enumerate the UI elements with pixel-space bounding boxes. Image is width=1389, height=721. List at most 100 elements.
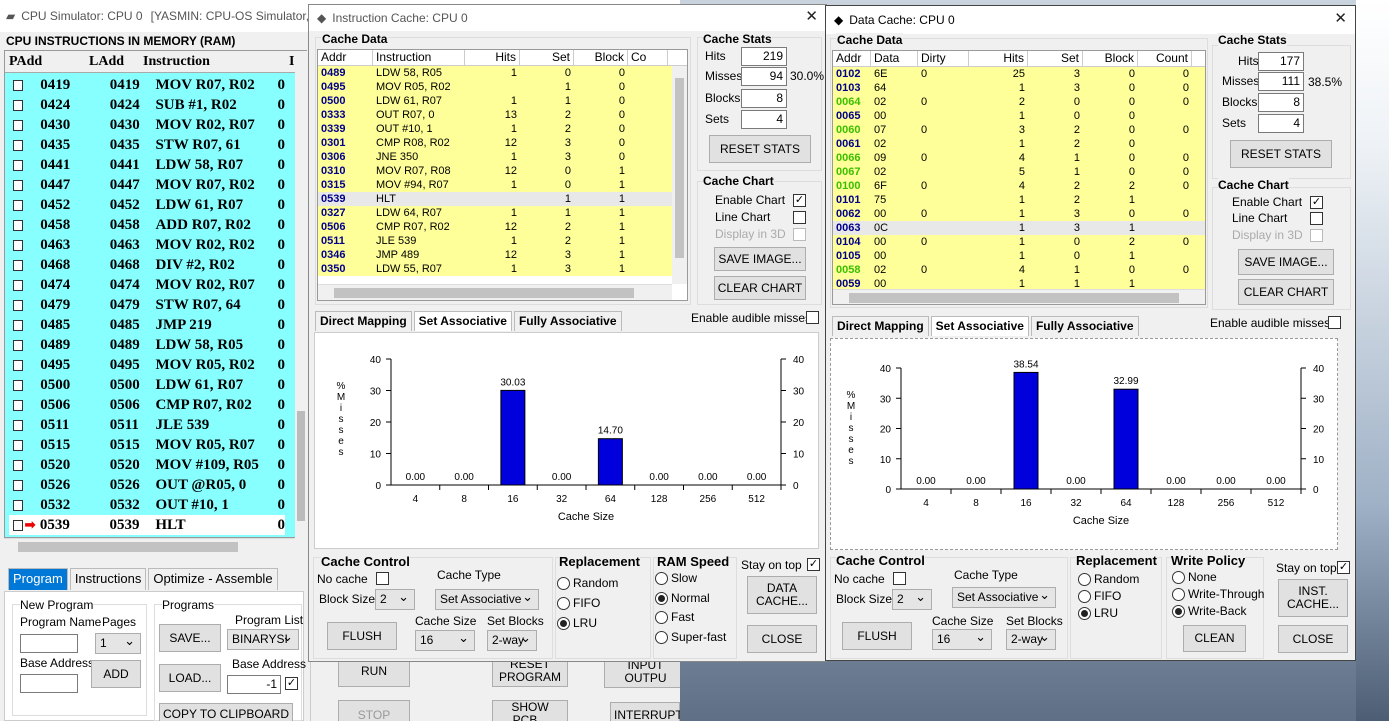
icache-row[interactable]: 0506 CMP R07, R02 12 2 1	[318, 220, 687, 234]
icache-no-cache-checkbox[interactable]	[376, 572, 389, 585]
ram-row[interactable]: 0435 0435 STW R07, 61 0	[9, 135, 285, 155]
program-name-input[interactable]	[20, 634, 78, 653]
tab-direct-mapping[interactable]: Direct Mapping	[832, 316, 929, 336]
dcache-row[interactable]: 0067 02 5 1 0 0	[833, 165, 1205, 179]
icache-col-instruction[interactable]: Instruction	[373, 50, 465, 65]
tab-instructions[interactable]: Instructions	[69, 568, 147, 590]
icache-fifo-radio[interactable]	[557, 597, 570, 610]
tab-set-associative[interactable]: Set Associative	[413, 311, 512, 331]
dcache-row[interactable]: 0103 64 1 3 0 0	[833, 81, 1205, 95]
icache-row[interactable]: 0500 LDW 61, R07 1 1 0	[318, 94, 687, 108]
icache-col-count[interactable]: Co	[628, 50, 668, 65]
dcache-row[interactable]: 0100 6F 0 4 2 2 0	[833, 179, 1205, 193]
col-padd[interactable]: PAdd	[9, 54, 42, 70]
breakpoint-checkbox[interactable]	[13, 439, 23, 451]
ram-row[interactable]: 0520 0520 MOV #109, R05 0	[9, 455, 285, 475]
ram-row[interactable]: 0485 0485 JMP 219 0	[9, 315, 285, 335]
breakpoint-checkbox[interactable]	[13, 279, 23, 291]
dcache-col-addr[interactable]: Addr	[833, 51, 871, 66]
tab-fully-associative[interactable]: Fully Associative	[1030, 316, 1139, 336]
icache-row[interactable]: 0327 LDW 64, R07 1 1 1	[318, 206, 687, 220]
policy-none-radio[interactable]	[1172, 571, 1185, 584]
ram-row[interactable]: 0532 0532 OUT #10, 1 0	[9, 495, 285, 515]
icache-col-set[interactable]: Set	[520, 50, 574, 65]
close-icon[interactable]: ✕	[805, 9, 818, 25]
pages-select[interactable]: 1	[95, 631, 141, 654]
icache-stay-on-top-checkbox[interactable]: ✓	[807, 558, 820, 571]
breakpoint-checkbox[interactable]	[13, 499, 23, 511]
icache-col-block[interactable]: Block	[574, 50, 628, 65]
breakpoint-checkbox[interactable]	[13, 179, 23, 191]
icache-col-addr[interactable]: Addr	[318, 50, 373, 65]
dcache-enable-chart-checkbox[interactable]: ✓	[1310, 196, 1323, 209]
dcache-col-block[interactable]: Block	[1083, 51, 1138, 66]
load-program-button[interactable]: LOAD...	[159, 664, 221, 692]
dcache-row[interactable]: 0066 09 0 4 1 0 0	[833, 151, 1205, 165]
col-instruction[interactable]: Instruction	[143, 54, 210, 70]
icache-random-radio[interactable]	[557, 577, 570, 590]
icache-row[interactable]: 0539 HLT 1 1	[318, 192, 687, 206]
ram-slow-radio[interactable]	[655, 572, 668, 585]
breakpoint-checkbox[interactable]	[13, 119, 23, 131]
tab-program[interactable]: Program	[8, 568, 68, 590]
stop-button[interactable]: STOP	[338, 700, 410, 721]
icache-lru-radio[interactable]	[557, 617, 570, 630]
icache-row[interactable]: 0511 JLE 539 1 2 1	[318, 234, 687, 248]
icache-row[interactable]: 0346 JMP 489 12 3 1	[318, 248, 687, 262]
icache-row[interactable]: 0350 LDW 55, R07 1 3 1	[318, 262, 687, 276]
ram-row[interactable]: 0479 0479 STW R07, 64 0	[9, 295, 285, 315]
breakpoint-checkbox[interactable]	[13, 199, 23, 211]
icache-cache-size-select[interactable]: 16	[415, 628, 475, 651]
icache-vscroll[interactable]	[672, 66, 687, 284]
dcache-row[interactable]: 0065 00 1 0 0	[833, 109, 1205, 123]
close-icon[interactable]: ✕	[1334, 11, 1347, 27]
dcache-row[interactable]: 0061 02 1 2 0	[833, 137, 1205, 151]
ram-row[interactable]: 0500 0500 LDW 61, R07 0	[9, 375, 285, 395]
icache-set-blocks-select[interactable]: 2-way	[487, 628, 537, 651]
clean-button[interactable]: CLEAN	[1183, 625, 1246, 652]
icache-hscroll[interactable]	[318, 284, 672, 300]
ram-row[interactable]: 0506 0506 CMP R07, R02 0	[9, 395, 285, 415]
ram-row[interactable]: 0511 0511 JLE 539 0	[9, 415, 285, 435]
data-cache-button[interactable]: DATA CACHE...	[747, 576, 817, 614]
icache-3d-checkbox[interactable]	[793, 228, 806, 241]
icache-save-image-button[interactable]: SAVE IMAGE...	[714, 247, 806, 271]
dcache-col-hits[interactable]: Hits	[969, 51, 1028, 66]
icache-reset-stats-button[interactable]: RESET STATS	[709, 135, 811, 163]
icache-close-button[interactable]: CLOSE	[747, 625, 817, 653]
policy-write-back-radio[interactable]	[1172, 605, 1185, 618]
breakpoint-checkbox[interactable]	[13, 379, 23, 391]
dcache-random-radio[interactable]	[1078, 573, 1091, 586]
dcache-save-image-button[interactable]: SAVE IMAGE...	[1238, 249, 1334, 275]
add-button[interactable]: ADD	[91, 660, 141, 688]
breakpoint-checkbox[interactable]	[13, 319, 23, 331]
dcache-3d-checkbox[interactable]	[1310, 229, 1323, 242]
ram-fast-radio[interactable]	[655, 611, 668, 624]
icache-audible-checkbox[interactable]	[806, 311, 819, 324]
icache-flush-button[interactable]: FLUSH	[327, 622, 397, 650]
icache-cache-type-select[interactable]: Set Associative	[435, 587, 539, 610]
breakpoint-checkbox[interactable]	[13, 139, 23, 151]
dcache-cache-type-select[interactable]: Set Associative	[952, 585, 1056, 608]
icache-clear-chart-button[interactable]: CLEAR CHART	[714, 276, 806, 300]
ram-row[interactable]: 0441 0441 LDW 58, R07 0	[9, 155, 285, 175]
icache-row[interactable]: 0489 LDW 58, R05 1 0 0	[318, 66, 687, 80]
col-ladd[interactable]: LAdd	[89, 54, 124, 70]
ram-row[interactable]: 0463 0463 MOV R02, R02 0	[9, 235, 285, 255]
dcache-block-size-select[interactable]: 2	[892, 587, 932, 610]
breakpoint-checkbox[interactable]	[13, 479, 23, 491]
dcache-row[interactable]: 0104 00 0 1 0 2 0	[833, 235, 1205, 249]
dcache-row[interactable]: 0064 02 0 2 0 0 0	[833, 95, 1205, 109]
breakpoint-checkbox[interactable]	[13, 259, 23, 271]
ram-hscroll[interactable]	[4, 538, 294, 554]
dcache-audible-checkbox[interactable]	[1328, 316, 1341, 329]
breakpoint-checkbox[interactable]	[13, 239, 23, 251]
icache-line-chart-checkbox[interactable]	[793, 211, 806, 224]
ram-row[interactable]: 0424 0424 SUB #1, R02 0	[9, 95, 285, 115]
breakpoint-checkbox[interactable]	[13, 419, 23, 431]
ram-vscroll[interactable]	[295, 51, 307, 539]
show-pcb-button[interactable]: SHOW PCB...	[492, 700, 568, 721]
dcache-row[interactable]: 0060 07 0 3 2 0 0	[833, 123, 1205, 137]
dcache-row[interactable]: 0102 6E 0 25 3 0 0	[833, 67, 1205, 81]
icache-col-hits[interactable]: Hits	[465, 50, 520, 65]
